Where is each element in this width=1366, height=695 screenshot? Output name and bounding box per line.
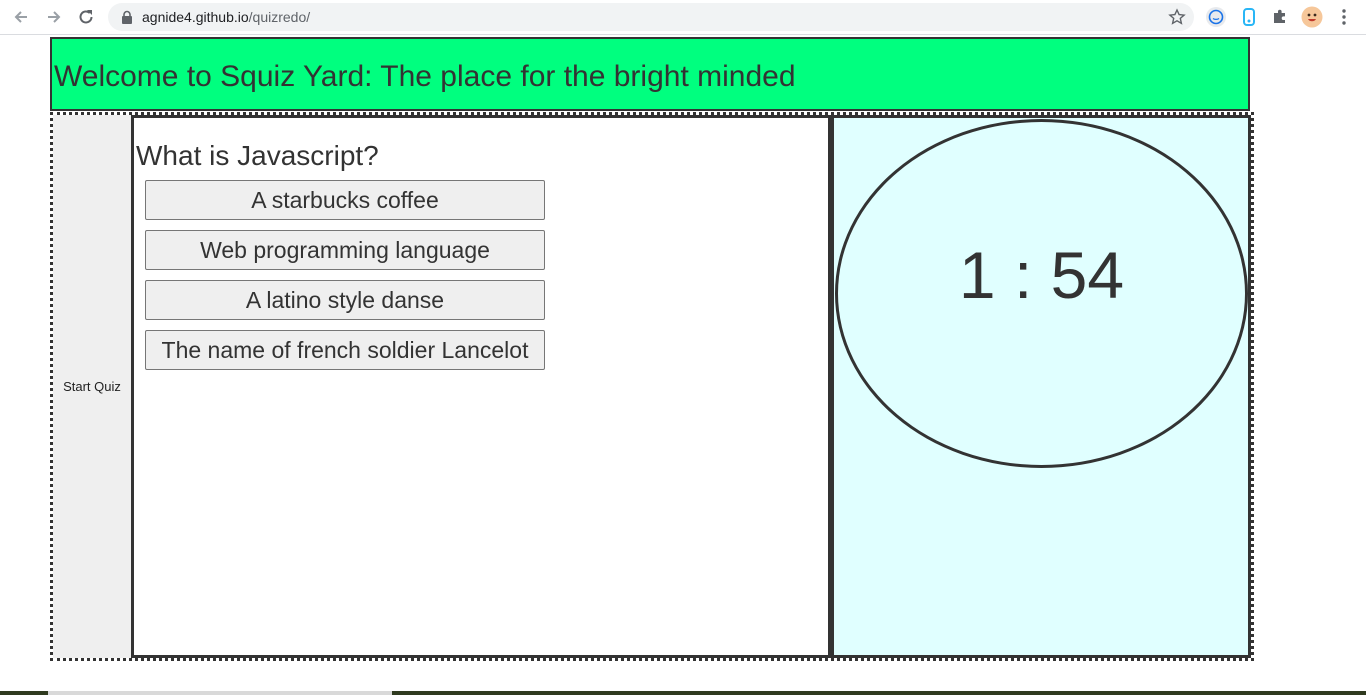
answer-button-2[interactable]: Web programming language <box>145 230 545 270</box>
arrow-left-icon <box>14 11 27 23</box>
answer-button-3[interactable]: A latino style danse <box>145 280 545 320</box>
url-text: agnide4.github.io/quizredo/ <box>142 9 310 25</box>
extensions-button[interactable] <box>1268 5 1292 29</box>
start-quiz-button[interactable]: Start Quiz <box>53 115 131 658</box>
puzzle-icon <box>1274 9 1285 23</box>
page-header: Welcome to Squiz Yard: The place for the… <box>50 37 1250 111</box>
back-button[interactable] <box>9 5 33 29</box>
countdown-timer: 1 : 54 <box>958 238 1125 312</box>
profile-button[interactable] <box>1300 5 1324 29</box>
star-icon[interactable] <box>1168 8 1186 26</box>
reload-button[interactable] <box>74 5 98 29</box>
url-path: /quizredo/ <box>248 9 311 25</box>
timer-panel: 1 : 54 <box>831 115 1251 658</box>
answer-button-4[interactable]: The name of french soldier Lancelot <box>145 330 545 370</box>
kebab-menu-icon <box>1342 9 1346 25</box>
phone-extension-icon <box>1243 8 1255 26</box>
chat-extension-button[interactable] <box>1204 5 1228 29</box>
question-text: What is Javascript? <box>136 140 379 171</box>
address-bar[interactable]: agnide4.github.io/quizredo/ <box>108 3 1194 31</box>
answer-button-1[interactable]: A starbucks coffee <box>145 180 545 220</box>
profile-avatar <box>1301 6 1323 28</box>
quiz-container: Start Quiz What is Javascript? A starbuc… <box>50 112 1254 661</box>
forward-button[interactable] <box>42 5 66 29</box>
taskbar-strip <box>0 691 1366 695</box>
browser-toolbar: agnide4.github.io/quizredo/ <box>0 0 1366 35</box>
question-panel: What is Javascript? A starbucks coffee W… <box>131 115 831 658</box>
timer-oval: 1 : 54 <box>835 119 1248 468</box>
phone-extension-button[interactable] <box>1237 5 1261 29</box>
browser-menu-button[interactable] <box>1332 5 1356 29</box>
taskbar-segment <box>48 691 392 695</box>
lock-icon <box>122 10 132 24</box>
start-quiz-label: Start Quiz <box>63 379 121 394</box>
url-host: agnide4.github.io <box>142 9 249 25</box>
chat-extension-icon <box>1206 7 1226 27</box>
page-title: Welcome to Squiz Yard: The place for the… <box>54 60 796 93</box>
reload-icon <box>79 10 93 24</box>
arrow-right-icon <box>48 11 61 23</box>
